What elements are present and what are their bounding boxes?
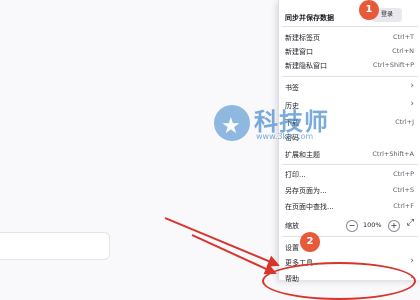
annotation-arrows — [164, 217, 280, 275]
arrow-to-more-tools — [164, 217, 280, 267]
arrow-to-help — [191, 234, 277, 275]
